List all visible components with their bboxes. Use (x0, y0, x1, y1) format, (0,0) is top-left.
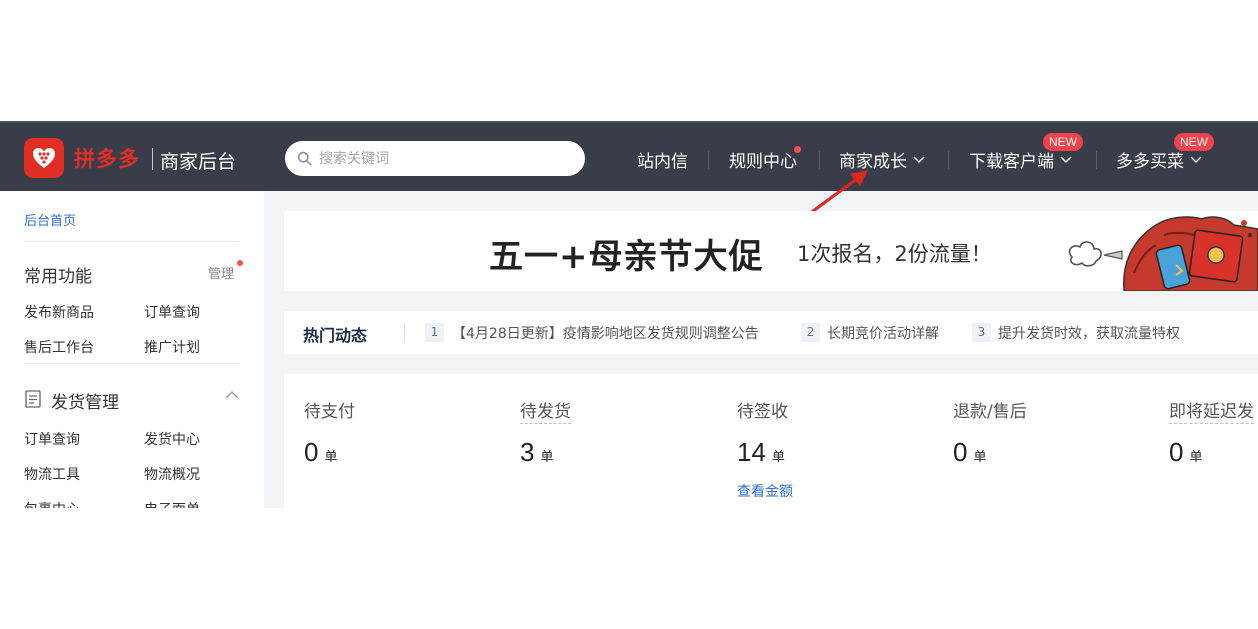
order-stat-value[interactable]: 0单 (953, 437, 986, 468)
sidebar-item-aftersales-workbench[interactable]: 售后工作台 (24, 337, 94, 357)
sidebar-item-logistics-tools[interactable]: 物流工具 (24, 464, 80, 484)
brand-subtitle: 商家后台 (160, 151, 237, 173)
brand-name[interactable]: 拼多多 (74, 143, 140, 173)
banner-subtitle: 1次报名，2份流量！ (797, 242, 992, 266)
chevron-down-icon (1190, 156, 1202, 164)
news-index: 2 (801, 323, 820, 342)
nav-separator (708, 151, 709, 169)
search-icon (297, 151, 312, 166)
divider (404, 324, 405, 342)
sidebar-item-package-center[interactable]: 包裹中心 (24, 499, 80, 508)
sidebar-home-link[interactable]: 后台首页 (24, 210, 76, 229)
search-box[interactable] (285, 141, 585, 176)
chevron-down-icon (1060, 156, 1072, 164)
sidebar-item-promotion-plan[interactable]: 推广计划 (144, 337, 200, 357)
banner-title: 五一+母亲节大促 (489, 237, 764, 277)
news-index: 3 (972, 323, 991, 342)
order-unit: 单 (973, 450, 987, 465)
sidebar-item-order-query[interactable]: 订单查询 (144, 302, 200, 322)
news-link-3[interactable]: 提升发货时效，获取流量特权 (998, 323, 1180, 343)
order-count: 14 (737, 437, 766, 467)
notification-dot (237, 260, 243, 266)
order-stat-label[interactable]: 待发货 (520, 397, 571, 424)
hot-news-bar: 热门动态 1 【4月28日更新】疫情影响地区发货规则调整公告 2 长期竞价活动详… (284, 311, 1258, 354)
order-stat-value[interactable]: 14 单 (737, 437, 785, 468)
sidebar-section-shipping[interactable]: 发货管理 (51, 388, 119, 413)
order-unit: 单 (1189, 450, 1203, 465)
order-stat-label[interactable]: 退款/售后 (953, 397, 1027, 422)
news-index: 1 (425, 323, 444, 342)
nav-duoduo-grocery-label: 多多买菜 (1116, 152, 1184, 172)
sidebar-item-publish-product[interactable]: 发布新商品 (24, 302, 94, 322)
chevron-up-icon[interactable] (225, 390, 239, 399)
sidebar-item-e-waybill[interactable]: 电子面单 (144, 499, 200, 508)
order-stat-value[interactable]: 0单 (304, 437, 337, 468)
divider (24, 363, 239, 364)
pinduoduo-logo-icon[interactable] (24, 138, 64, 178)
banner-illustration-icon (1068, 216, 1258, 291)
sidebar: 后台首页 常用功能 管理 发布新商品 订单查询 售后工作台 推广计划 发货管理 … (0, 191, 264, 508)
divider (24, 241, 239, 242)
order-stat-value[interactable]: 0单 (1169, 437, 1202, 468)
order-stat-label[interactable]: 待支付 (304, 397, 355, 422)
promo-banner[interactable]: 五一+母亲节大促 1次报名，2份流量！ (284, 211, 1258, 291)
top-header: 拼多多 商家后台 站内信 规则中心 商家成长 下载客户端 NEW 多多买菜 NE… (0, 121, 1258, 191)
nav-download-client-label: 下载客户端 (969, 152, 1054, 172)
order-stat-value[interactable]: 3单 (520, 437, 553, 468)
view-amount-link[interactable]: 查看金额 (737, 481, 793, 501)
sidebar-item-shipping-center[interactable]: 发货中心 (144, 429, 200, 449)
brand-divider (152, 148, 153, 170)
nav-separator (948, 151, 949, 169)
hot-news-title: 热门动态 (303, 326, 368, 345)
nav-messages[interactable]: 站内信 (637, 147, 688, 172)
order-unit: 单 (771, 450, 785, 465)
order-count: 3 (520, 437, 535, 467)
news-link-1[interactable]: 【4月28日更新】疫情影响地区发货规则调整公告 (452, 323, 759, 343)
sidebar-item-logistics-overview[interactable]: 物流概况 (144, 464, 200, 484)
notification-dot (794, 146, 801, 153)
order-count: 0 (304, 437, 319, 467)
order-unit: 单 (540, 450, 554, 465)
order-count: 0 (953, 437, 968, 467)
order-count: 0 (1169, 437, 1184, 467)
chevron-down-icon (913, 156, 925, 164)
document-icon (25, 390, 41, 408)
manage-button[interactable]: 管理 (208, 263, 234, 282)
news-link-2[interactable]: 长期竞价活动详解 (827, 323, 939, 343)
nav-rules-center[interactable]: 规则中心 (729, 147, 797, 172)
order-stats-panel: 待支付 0单 待发货 3单 待签收 14 单 查看金额 退款/售后 0单 即将延迟… (284, 374, 1258, 508)
order-stat-label[interactable]: 即将延迟发 (1169, 397, 1254, 424)
screenshot-area: 拼多多 商家后台 站内信 规则中心 商家成长 下载客户端 NEW 多多买菜 NE… (0, 121, 1258, 508)
nav-separator (1096, 151, 1097, 169)
order-stat-label[interactable]: 待签收 (737, 397, 788, 422)
order-unit: 单 (324, 450, 338, 465)
sidebar-item-order-query-2[interactable]: 订单查询 (24, 429, 80, 449)
new-badge: NEW (1043, 133, 1083, 151)
new-badge: NEW (1174, 133, 1214, 151)
search-input[interactable] (319, 148, 569, 169)
sidebar-section-common: 常用功能 (24, 267, 92, 287)
